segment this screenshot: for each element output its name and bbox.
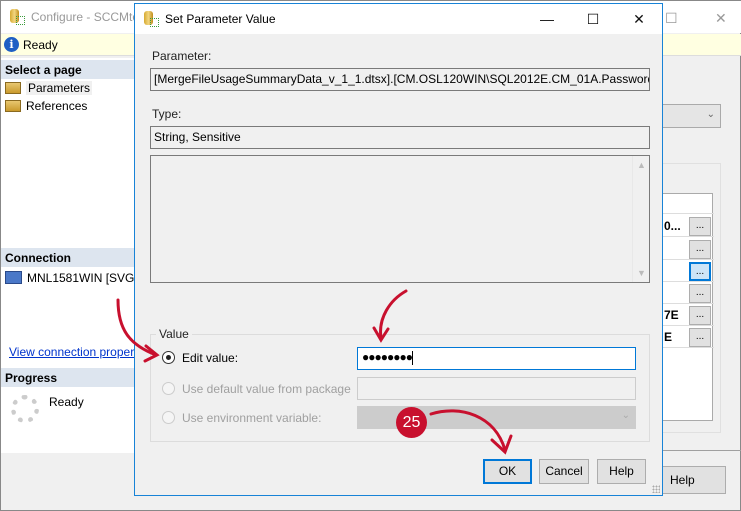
radio-icon — [162, 411, 175, 424]
grid-header-row — [662, 194, 714, 214]
ellipsis-button[interactable]: ... — [689, 240, 711, 259]
background-help-button[interactable]: Help — [661, 466, 726, 494]
ellipsis-button[interactable]: ... — [689, 217, 711, 236]
app-icon — [9, 9, 25, 25]
ellipsis-button[interactable]: ... — [689, 284, 711, 303]
dialog-title: Set Parameter Value — [165, 12, 276, 26]
table-row: 0... ... — [662, 215, 714, 237]
grid-cell: 0... — [664, 219, 681, 233]
type-field: String, Sensitive — [150, 126, 650, 149]
scroll-up-icon[interactable]: ▲ — [637, 160, 646, 170]
server-icon — [5, 271, 22, 284]
table-row: ... — [662, 260, 714, 282]
page-item-parameters[interactable]: Parameters — [5, 79, 93, 97]
grid-cell: E — [664, 330, 673, 344]
chevron-down-icon: ⌄ — [706, 109, 715, 120]
dialog-titlebar: Set Parameter Value — ☐ ✕ — [135, 4, 662, 34]
edit-value-label: Edit value: — [182, 351, 239, 365]
type-label: Type: — [152, 107, 182, 121]
maximize-button[interactable]: ☐ — [570, 4, 616, 34]
table-row: ... — [662, 282, 714, 304]
divider — [661, 450, 741, 451]
description-textarea[interactable]: ▲ ▼ — [150, 155, 650, 283]
default-value-input — [357, 377, 636, 400]
progress-header: Progress — [1, 368, 137, 387]
edit-value-text: ●●●●●●●● — [362, 350, 413, 364]
page-item-label: Parameters — [26, 81, 93, 95]
scroll-down-icon[interactable]: ▼ — [637, 268, 646, 278]
page-icon — [5, 82, 21, 94]
description-scrollbar[interactable]: ▲ ▼ — [632, 156, 649, 282]
close-button[interactable]: ✕ — [616, 4, 662, 34]
use-default-value-label: Use default value from package — [182, 382, 351, 396]
chevron-down-icon: ⌄ — [621, 410, 630, 421]
connection-server-label: MNL1581WIN [SVG\ — [27, 271, 137, 285]
page-icon — [5, 100, 21, 112]
connection-header: Connection — [1, 248, 137, 267]
resize-grip-icon[interactable] — [652, 485, 660, 493]
minimize-button[interactable]: — — [524, 4, 570, 34]
table-row: E ... — [662, 326, 714, 348]
maximize-icon[interactable]: ☐ — [665, 10, 678, 27]
page-item-label: References — [26, 99, 88, 113]
close-icon[interactable]: ✕ — [715, 10, 727, 27]
ellipsis-button[interactable]: ... — [689, 328, 711, 347]
info-icon: i — [4, 37, 19, 52]
radio-icon — [162, 382, 175, 395]
table-row: 7E ... — [662, 304, 714, 326]
help-button[interactable]: Help — [597, 459, 646, 484]
parameter-label: Parameter: — [152, 49, 212, 63]
table-row: ... — [662, 238, 714, 260]
ellipsis-button[interactable]: ... — [689, 306, 711, 325]
page-item-references[interactable]: References — [5, 97, 87, 115]
radio-checked-icon[interactable] — [162, 351, 175, 364]
configure-title: Configure - SCCMto — [31, 10, 140, 24]
progress-status: Ready — [49, 395, 84, 409]
select-page-header: Select a page — [1, 60, 137, 79]
app-icon — [143, 11, 159, 27]
value-group-label: Value — [156, 327, 192, 341]
grid-cell: 7E — [664, 308, 679, 322]
edit-value-input[interactable]: ●●●●●●●● — [357, 347, 636, 370]
cancel-button[interactable]: Cancel — [539, 459, 589, 484]
text-caret — [411, 350, 413, 365]
left-pane: Select a page Parameters References Conn… — [1, 58, 137, 453]
view-connection-properties-link[interactable]: View connection proper — [9, 345, 137, 359]
parameter-field: [MergeFileUsageSummaryData_v_1_1.dtsx].[… — [150, 68, 650, 91]
ellipsis-button[interactable]: ... — [689, 262, 711, 281]
background-dropdown[interactable]: ⌄ — [661, 104, 721, 128]
use-environment-variable-label: Use environment variable: — [182, 411, 322, 425]
configure-window-controls: ☐ ✕ — [661, 10, 741, 26]
step-number-badge: 25 — [396, 407, 427, 438]
progress-spinner-icon — [11, 395, 39, 423]
parameters-grid: 0... ... ... ... ... 7E ... E ... — [661, 193, 714, 421]
ok-button[interactable]: OK — [483, 459, 532, 484]
status-text: Ready — [23, 38, 58, 52]
connection-server: MNL1581WIN [SVG\ — [5, 270, 137, 286]
